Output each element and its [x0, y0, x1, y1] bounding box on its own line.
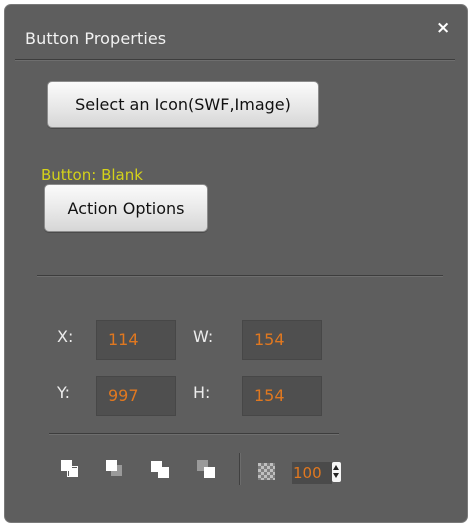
opacity-field[interactable]: 100: [292, 462, 332, 484]
w-label: W:: [193, 327, 214, 346]
spinner-up-icon[interactable]: [333, 465, 339, 470]
bring-forward-icon[interactable]: [105, 460, 129, 482]
height-field[interactable]: 154: [242, 376, 322, 416]
y-label: Y:: [57, 383, 71, 402]
toolbar-separator: [239, 453, 241, 485]
title-divider: [15, 59, 455, 61]
send-to-back-icon[interactable]: [196, 460, 220, 482]
y-position-field[interactable]: 997: [96, 376, 176, 416]
close-icon[interactable]: ×: [436, 18, 450, 38]
section-divider: [37, 275, 443, 277]
toolbar-divider: [49, 433, 339, 435]
x-label: X:: [57, 327, 74, 346]
button-properties-panel: Button Properties × Select an Icon(SWF,I…: [4, 4, 468, 523]
spinner-down-icon[interactable]: [333, 473, 339, 478]
send-backward-icon[interactable]: [150, 460, 174, 482]
spinner-icon[interactable]: [332, 462, 341, 482]
transparency-icon: [258, 463, 275, 480]
select-icon-button[interactable]: Select an Icon(SWF,Image): [47, 81, 319, 128]
action-options-button[interactable]: Action Options: [44, 184, 208, 232]
button-status-label: Button: Blank: [41, 166, 143, 184]
h-label: H:: [193, 383, 211, 402]
bring-to-front-icon[interactable]: [59, 460, 83, 482]
width-field[interactable]: 154: [242, 320, 322, 360]
panel-title: Button Properties: [25, 29, 167, 48]
x-position-field[interactable]: 114: [96, 320, 176, 360]
